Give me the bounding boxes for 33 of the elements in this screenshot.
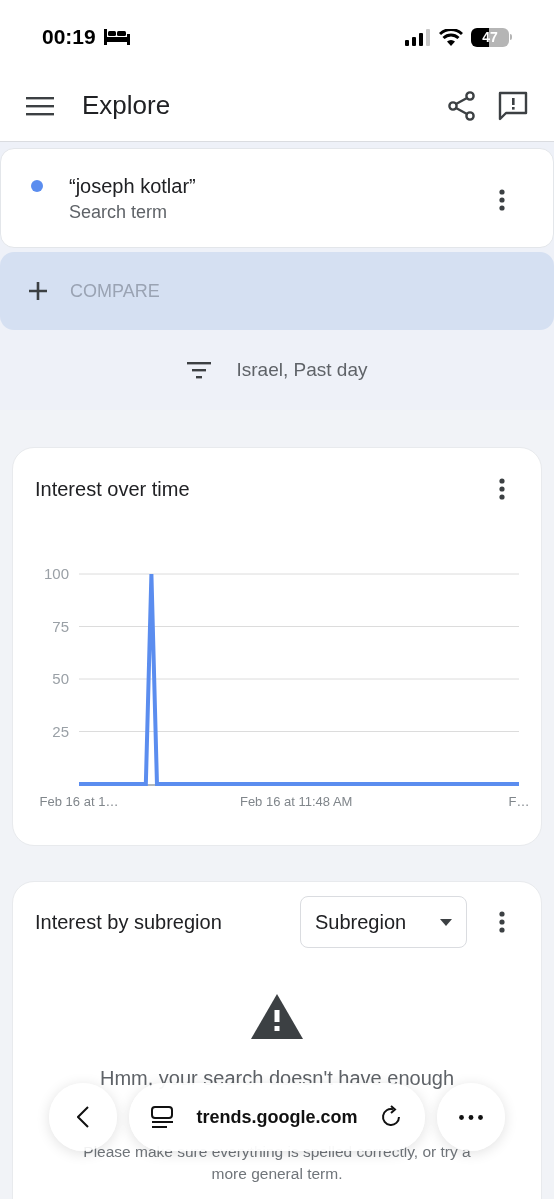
search-term-type: Search term xyxy=(69,201,169,224)
share-icon[interactable] xyxy=(448,90,476,121)
x-tick-label: F… xyxy=(508,794,530,809)
status-time: 00:19 xyxy=(42,24,96,51)
card-title: Interest over time xyxy=(35,477,190,502)
search-term: “joseph kotlar” xyxy=(69,174,196,199)
plus-icon xyxy=(28,281,48,301)
feedback-icon[interactable] xyxy=(498,90,528,121)
more-options-icon[interactable] xyxy=(499,911,505,933)
bed-icon xyxy=(103,29,130,45)
y-tick-label: 25 xyxy=(52,722,69,740)
more-icon xyxy=(459,1114,483,1120)
url-text: trends.google.com xyxy=(196,1105,358,1129)
reload-icon[interactable] xyxy=(379,1105,403,1129)
signal-icon xyxy=(405,28,431,46)
y-tick-label: 100 xyxy=(43,565,69,582)
menu-icon[interactable] xyxy=(26,95,54,116)
filter-icon xyxy=(186,361,211,379)
subregion-dropdown[interactable]: Subregion xyxy=(300,896,467,948)
x-tick-label: Feb 16 at 11:48 AM xyxy=(239,794,353,809)
search-term-card[interactable]: “joseph kotlar” Search term xyxy=(0,148,554,248)
more-options-icon[interactable] xyxy=(499,189,505,211)
warning-icon xyxy=(251,994,303,1039)
reader-icon xyxy=(151,1106,175,1128)
y-tick-label: 50 xyxy=(52,670,69,687)
back-icon xyxy=(77,1106,89,1128)
wifi-icon xyxy=(439,28,463,46)
page-title: Explore xyxy=(82,89,171,122)
x-tick-label: Feb 16 at 1… xyxy=(39,794,119,809)
y-tick-label: 75 xyxy=(52,617,69,635)
more-options-icon[interactable] xyxy=(499,478,505,500)
caret-icon xyxy=(440,918,452,926)
card-title: Interest by subregion xyxy=(35,910,222,935)
